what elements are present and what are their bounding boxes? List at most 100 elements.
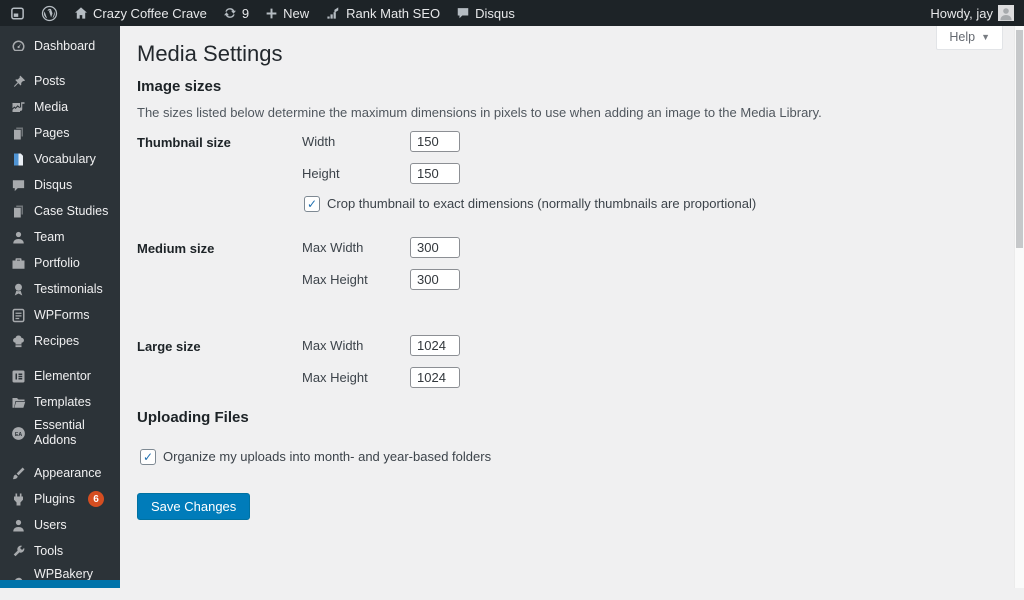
thumbnail-size-row: Thumbnail size Width Height ✓ Crop thumb… bbox=[137, 132, 1014, 212]
medium-max-height-label: Max Height bbox=[302, 272, 410, 287]
sidebar-item-recipes[interactable]: Recipes bbox=[0, 328, 120, 354]
admin-bar: Crazy Coffee Crave 9 New Rank Math SEO D… bbox=[0, 0, 1024, 26]
rank-math-chart-icon bbox=[325, 6, 341, 20]
my-account-button[interactable]: Howdy, jay bbox=[930, 5, 1014, 21]
disqus-adminbar-button[interactable]: Disqus bbox=[456, 0, 515, 26]
sidebar-item-users[interactable]: Users bbox=[0, 512, 120, 538]
admin-menu: Dashboard Posts Media Pages Vocabulary D… bbox=[0, 26, 120, 600]
media-icon bbox=[10, 100, 26, 115]
sidebar-item-posts[interactable]: Posts bbox=[0, 68, 120, 94]
comment-icon bbox=[456, 6, 470, 20]
sidebar-item-templates[interactable]: Templates bbox=[0, 389, 120, 415]
medium-size-label: Medium size bbox=[137, 238, 302, 302]
large-max-height-label: Max Height bbox=[302, 370, 410, 385]
medium-max-height-field: Max Height bbox=[302, 270, 1014, 290]
crop-thumbnail-label: Crop thumbnail to exact dimensions (norm… bbox=[327, 196, 756, 211]
updates-icon bbox=[223, 6, 237, 20]
ea-circle-icon: EA bbox=[10, 426, 26, 441]
sidebar-item-label: Dashboard bbox=[34, 36, 97, 57]
rank-math-menu-button[interactable]: Rank Math SEO bbox=[325, 0, 440, 26]
sidebar-item-label: Essential Addons bbox=[34, 415, 120, 451]
sidebar-item-dashboard[interactable]: Dashboard bbox=[0, 33, 120, 59]
sidebar-item-appearance[interactable]: Appearance bbox=[0, 460, 120, 486]
sidebar-item-portfolio[interactable]: Portfolio bbox=[0, 250, 120, 276]
sidebar-item-team[interactable]: Team bbox=[0, 224, 120, 250]
gauge-icon bbox=[10, 39, 26, 54]
sidebar-item-label: Portfolio bbox=[34, 253, 82, 274]
admin-sidebar: Dashboard Posts Media Pages Vocabulary D… bbox=[0, 26, 120, 588]
large-max-height-field: Max Height bbox=[302, 368, 1014, 388]
chevron-down-icon: ▼ bbox=[981, 32, 990, 42]
sidebar-item-label: Case Studies bbox=[34, 201, 110, 222]
crop-thumbnail-checkbox[interactable]: ✓ bbox=[304, 196, 320, 212]
organize-uploads-label: Organize my uploads into month- and year… bbox=[163, 449, 491, 464]
plugins-update-badge: 6 bbox=[88, 491, 104, 507]
rank-math-label: Rank Math SEO bbox=[346, 6, 440, 21]
sidebar-item-case-studies[interactable]: Case Studies bbox=[0, 198, 120, 224]
sidebar-item-label: Elementor bbox=[34, 366, 93, 387]
help-label: Help bbox=[949, 30, 975, 44]
updates-button[interactable]: 9 bbox=[223, 0, 249, 26]
sidebar-item-testimonials[interactable]: Testimonials bbox=[0, 276, 120, 302]
chef-hat-icon bbox=[10, 334, 26, 349]
elementor-icon bbox=[10, 369, 26, 384]
svg-text:EA: EA bbox=[14, 431, 22, 437]
sidebar-item-vocabulary[interactable]: Vocabulary bbox=[0, 146, 120, 172]
sidebar-item-label: Vocabulary bbox=[34, 149, 98, 170]
main-content: Help ▼ Media Settings Image sizes The si… bbox=[120, 26, 1014, 588]
large-max-height-input[interactable] bbox=[410, 367, 460, 388]
site-name-button[interactable]: Crazy Coffee Crave bbox=[74, 0, 207, 26]
sidebar-item-media[interactable]: Media bbox=[0, 94, 120, 120]
organize-uploads-checkbox[interactable]: ✓ bbox=[140, 449, 156, 465]
document-icon bbox=[10, 152, 26, 167]
admin-bar-right: Howdy, jay bbox=[930, 5, 1014, 21]
sidebar-item-disqus[interactable]: Disqus bbox=[0, 172, 120, 198]
home-icon bbox=[74, 6, 88, 20]
sidebar-item-tools[interactable]: Tools bbox=[0, 538, 120, 564]
medium-max-width-field: Max Width bbox=[302, 238, 1014, 258]
sidebar-item-label: Team bbox=[34, 227, 67, 248]
layout-icon bbox=[10, 6, 25, 21]
thumbnail-height-field: Height bbox=[302, 164, 1014, 184]
thumbnail-size-label: Thumbnail size bbox=[137, 132, 302, 212]
sidebar-item-label: Disqus bbox=[34, 175, 74, 196]
sidebar-item-plugins[interactable]: Plugins 6 bbox=[0, 486, 120, 512]
medium-max-width-input[interactable] bbox=[410, 237, 460, 258]
thumbnail-width-input[interactable] bbox=[410, 131, 460, 152]
medium-size-row: Medium size Max Width Max Height bbox=[137, 238, 1014, 302]
sidebar-item-pages[interactable]: Pages bbox=[0, 120, 120, 146]
scrollbar-thumb[interactable] bbox=[1016, 30, 1023, 248]
medium-max-height-input[interactable] bbox=[410, 269, 460, 290]
new-content-button[interactable]: New bbox=[265, 0, 309, 26]
thumbnail-height-label: Height bbox=[302, 166, 410, 181]
save-changes-button[interactable]: Save Changes bbox=[137, 493, 250, 520]
howdy-label: Howdy, jay bbox=[930, 6, 993, 21]
pages-icon bbox=[10, 204, 26, 219]
person-icon bbox=[10, 518, 26, 533]
sidebar-item-essential-addons[interactable]: EA Essential Addons bbox=[0, 415, 120, 451]
uploading-files-heading: Uploading Files bbox=[137, 409, 1014, 426]
admin-bar-left: Crazy Coffee Crave 9 New Rank Math SEO D… bbox=[10, 0, 515, 26]
wordpress-menu-button[interactable] bbox=[41, 0, 58, 26]
sidebar-item-label: Appearance bbox=[34, 463, 103, 484]
sidebar-item-label: Posts bbox=[34, 71, 67, 92]
wordpress-logo-icon bbox=[41, 5, 58, 22]
vertical-scrollbar[interactable] bbox=[1014, 26, 1024, 588]
help-button[interactable]: Help ▼ bbox=[936, 26, 1003, 50]
avatar bbox=[998, 5, 1014, 21]
sidebar-item-label: Testimonials bbox=[34, 279, 105, 300]
sidebar-item-elementor[interactable]: Elementor bbox=[0, 363, 120, 389]
sidebar-item-label: Tools bbox=[34, 541, 65, 562]
disqus-adminbar-label: Disqus bbox=[475, 6, 515, 21]
wrench-icon bbox=[10, 544, 26, 559]
form-icon bbox=[10, 308, 26, 323]
layout-menu-button[interactable] bbox=[10, 0, 25, 26]
sidebar-item-label: Users bbox=[34, 515, 69, 536]
thumbnail-height-input[interactable] bbox=[410, 163, 460, 184]
sidebar-item-wpforms[interactable]: WPForms bbox=[0, 302, 120, 328]
folder-open-icon bbox=[10, 395, 26, 410]
thumbnail-width-label: Width bbox=[302, 134, 410, 149]
large-max-width-input[interactable] bbox=[410, 335, 460, 356]
large-max-width-label: Max Width bbox=[302, 338, 410, 353]
sidebar-item-settings-current[interactable] bbox=[0, 580, 120, 588]
